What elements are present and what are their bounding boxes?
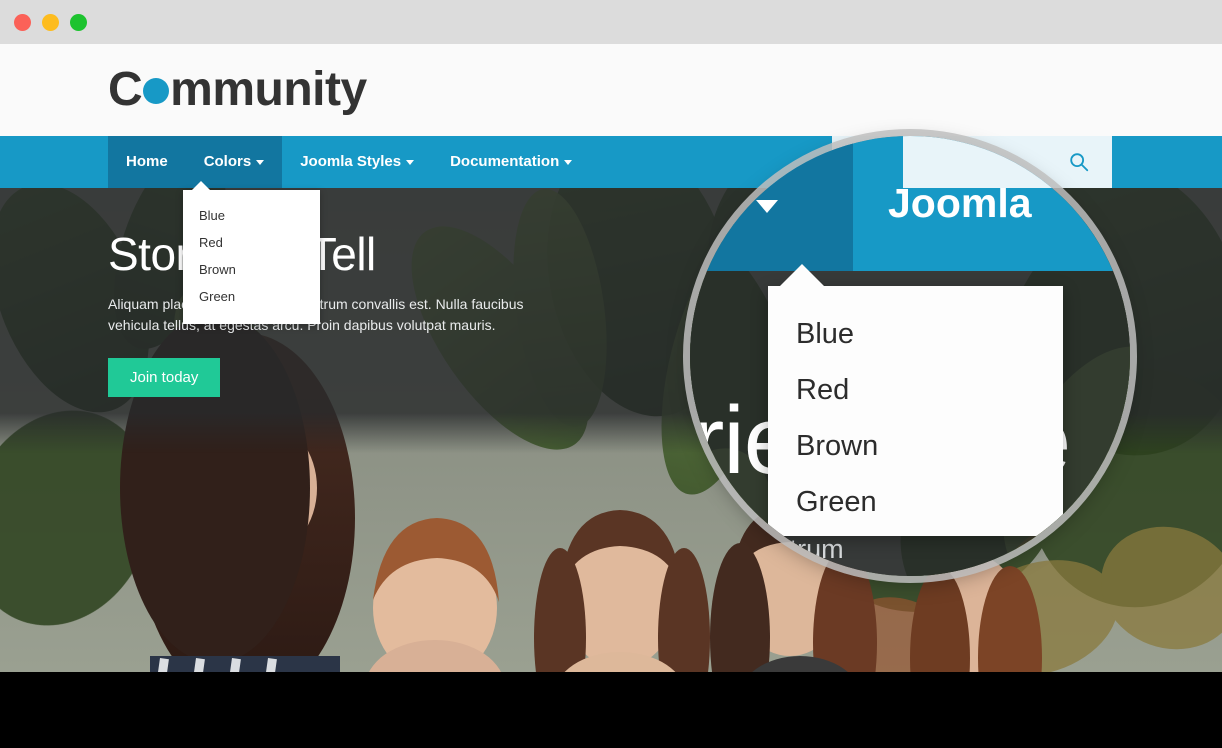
nav-item-list: Home Colors Joomla Styles Documentation [108,136,590,188]
minimize-window-button[interactable] [42,14,59,31]
nav-item-home-label: Home [126,153,168,170]
traffic-light-group [14,14,87,31]
logo-text-before: C [108,63,143,116]
chevron-down-icon [564,159,573,165]
magnified-dropdown-item-red[interactable]: Red [768,362,1063,418]
join-today-button[interactable]: Join today [108,358,221,397]
magnified-hero-text-line2: a dapibus volutpat [690,572,779,576]
logo-dot-icon [143,78,170,104]
dropdown-item-blue[interactable]: Blue [183,202,320,229]
nav-item-colors-label: Colors [203,153,252,170]
footer-band [0,672,1222,748]
magnified-search-box[interactable] [903,136,1130,188]
hero-body-text: Aliquam placerat dignissim nisl, rutrum … [108,296,524,333]
browser-window: Cmmunity Home Colors Joomla Styles Docum… [0,0,1222,748]
nav-item-documentation-label: Documentation [450,153,560,170]
maximize-window-button[interactable] [70,14,87,31]
browser-titlebar [0,0,1222,44]
magnified-nav-item-colors-label: Colors [690,180,744,226]
magnified-dropdown-item-blue[interactable]: Blue [768,306,1063,362]
magnified-nav-item-colors[interactable]: Colors [690,136,778,271]
nav-item-joomla-styles[interactable]: Joomla Styles [282,136,432,188]
close-window-button[interactable] [14,14,31,31]
logo-text-after: mmunity [170,63,367,116]
nav-item-joomla-styles-label: Joomla Styles [300,153,402,170]
site-header: Cmmunity [0,44,1222,136]
dropdown-item-red[interactable]: Red [183,229,320,256]
dropdown-arrow-icon [192,181,210,190]
magnifier-content: ories to Te at dignissim nisl, rutrum a … [690,136,1130,576]
nav-item-documentation[interactable]: Documentation [432,136,590,188]
dropdown-item-green[interactable]: Green [183,283,320,310]
chevron-down-icon [256,159,265,165]
magnified-dropdown-arrow-icon [778,264,826,288]
dropdown-item-brown[interactable]: Brown [183,256,320,283]
chevron-down-icon [755,199,778,213]
colors-dropdown-menu: Blue Red Brown Green [183,190,320,324]
magnifier-loupe: ories to Te at dignissim nisl, rutrum a … [690,136,1130,576]
chevron-down-icon [406,159,415,165]
site-logo[interactable]: Cmmunity [108,48,367,132]
magnified-dropdown-item-green[interactable]: Green [768,474,1063,530]
nav-item-home[interactable]: Home [108,136,186,188]
magnified-colors-dropdown: Blue Red Brown Green [768,286,1063,536]
magnified-dropdown-item-brown[interactable]: Brown [768,418,1063,474]
